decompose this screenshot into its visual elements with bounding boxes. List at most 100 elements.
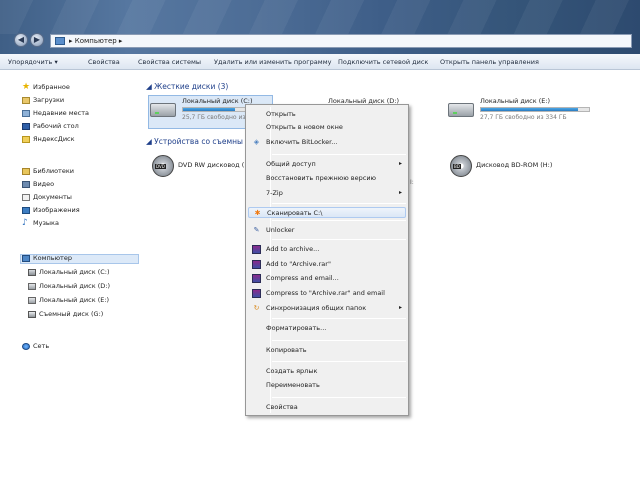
menu-separator	[272, 154, 406, 155]
removable-devices-header[interactable]: ◢ Устройства со съемны	[146, 137, 243, 146]
uninstall-program-button[interactable]: Удалить или изменить программу	[214, 58, 331, 66]
nav-label: Локальный диск (E:)	[39, 296, 110, 304]
nav-label: Съемный диск (G:)	[39, 310, 104, 318]
drive-free-space: 25,7 ГБ свободно из	[182, 114, 246, 121]
menu-separator	[272, 239, 406, 240]
dvd-drive[interactable]: DVD DVD RW дисковод (	[146, 153, 246, 183]
context-menu-item-label: Сканировать C:\	[267, 209, 323, 217]
context-menu-item-label: Compress to "Archive.rar" and email	[266, 289, 385, 297]
drive-usage-bar	[480, 107, 590, 112]
submenu-arrow-icon: ▸	[398, 304, 402, 311]
context-menu-item-label: Add to "Archive.rar"	[266, 260, 331, 268]
dvd-drive-icon: DVD	[152, 155, 174, 177]
context-menu-item-label: Создать ярлык	[266, 367, 318, 375]
avast-icon: ✱	[254, 209, 261, 217]
star-icon: ★	[22, 82, 31, 92]
context-menu-item[interactable]: Форматировать...	[248, 323, 406, 334]
unlocker-icon: ✎	[253, 226, 260, 234]
forward-arrow-icon: ▶	[33, 35, 41, 44]
context-menu-item-label: Копировать	[266, 346, 307, 354]
back-button[interactable]: ◀	[14, 33, 28, 47]
context-menu-item-label: Открыть в новом окне	[266, 123, 343, 131]
video-icon	[22, 181, 30, 188]
address-bar[interactable]: ▸ Компьютер ▸	[50, 34, 632, 48]
context-menu-item[interactable]: Создать ярлык	[248, 366, 406, 377]
context-menu-item[interactable]: Переименовать	[248, 380, 406, 391]
context-menu-item-label: Переименовать	[266, 381, 320, 389]
bd-rom-drive-icon: BD	[450, 155, 472, 177]
libraries-icon	[22, 168, 30, 175]
nav-label: ЯндексДиск	[33, 135, 75, 143]
drive-name: DVD RW дисковод (	[178, 161, 245, 169]
title-bar-background	[0, 0, 640, 34]
context-menu-item-label: Свойства	[266, 403, 298, 411]
nav-label: Загрузки	[33, 96, 65, 104]
context-menu-item-label: Синхронизация общих папок	[266, 304, 367, 312]
context-menu-item-label: 7-Zip	[266, 189, 283, 197]
desktop-icon	[22, 123, 30, 130]
context-menu-item-label: Unlocker	[266, 226, 295, 234]
folder-icon	[22, 136, 30, 143]
context-menu-item[interactable]: Свойства	[248, 402, 406, 413]
bd-badge: BD	[453, 164, 461, 169]
map-network-drive-button[interactable]: Подключить сетевой диск	[338, 58, 428, 66]
context-menu-item[interactable]: ↻ Синхронизация общих папок ▸	[248, 303, 406, 314]
shield-icon: ◈	[253, 138, 260, 146]
nav-label: Компьютер	[33, 254, 72, 262]
hard-drive-icon	[28, 297, 36, 304]
hard-drives-header[interactable]: ◢ Жесткие диски (3)	[146, 82, 228, 91]
drive-usage-fill	[481, 108, 579, 111]
winrar-icon	[252, 289, 261, 298]
nav-label: Локальный диск (C:)	[39, 268, 110, 276]
sync-icon: ↻	[253, 304, 260, 312]
context-menu-item-label: Общий доступ	[266, 160, 316, 168]
back-arrow-icon: ◀	[17, 35, 25, 44]
context-menu-item[interactable]: Compress and email...	[248, 273, 406, 284]
forward-button[interactable]: ▶	[30, 33, 44, 47]
submenu-arrow-icon: ▸	[398, 160, 402, 167]
context-menu-item[interactable]: Копировать	[248, 345, 406, 356]
windows-drive-icon	[150, 103, 176, 117]
menu-separator	[272, 397, 406, 398]
nav-label: Недавние места	[33, 109, 89, 117]
open-control-panel-button[interactable]: Открыть панель управления	[440, 58, 539, 66]
context-menu-item[interactable]: Открыть в новом окне	[248, 122, 406, 133]
menu-separator	[272, 361, 406, 362]
context-menu-item-label: Add to archive...	[266, 245, 320, 253]
drive-free-space: 27,7 ГБ свободно из 334 ГБ	[480, 114, 567, 121]
breadcrumb[interactable]: ▸ Компьютер ▸	[69, 37, 122, 45]
drive-name: Локальный диск (C:)	[182, 97, 253, 105]
drive-name: Локальный диск (E:)	[480, 97, 551, 105]
nav-label: Сеть	[33, 342, 50, 350]
context-menu-item[interactable]: Общий доступ ▸	[248, 159, 406, 170]
context-menu-item-label: Форматировать...	[266, 324, 327, 332]
context-menu-item[interactable]: ✎ Unlocker	[248, 225, 406, 236]
nav-label: Документы	[33, 193, 72, 201]
context-menu-item[interactable]: Compress to "Archive.rar" and email	[248, 288, 406, 299]
bd-rom-drive[interactable]: BD Дисковод BD-ROM (H:)	[444, 153, 564, 183]
navigation-pane: ★ Избранное Загрузки Недавние места Рабо…	[0, 71, 142, 480]
computer-icon	[22, 255, 30, 262]
context-menu: Открыть Открыть в новом окне ◈ Включить Bit…	[245, 104, 409, 416]
command-bar: Упорядочить ▾ Свойства Свойства системы …	[0, 54, 640, 70]
context-menu-item[interactable]: ◈ Включить BitLocker...	[248, 137, 406, 148]
context-menu-item[interactable]: Add to archive...	[248, 244, 406, 255]
recent-places-icon	[22, 110, 30, 117]
partial-drive-text: I:	[410, 179, 414, 186]
context-menu-item[interactable]: Открыть	[248, 109, 406, 120]
context-menu-item[interactable]: 7-Zip ▸	[248, 188, 406, 199]
context-menu-item-label: Открыть	[266, 110, 296, 118]
drive-e[interactable]: Локальный диск (E:) 27,7 ГБ свободно из …	[448, 97, 598, 127]
menu-separator	[272, 203, 406, 204]
music-icon: ♪	[22, 218, 28, 228]
removable-drive-icon	[28, 311, 36, 318]
properties-button[interactable]: Свойства	[88, 58, 120, 66]
context-menu-item[interactable]: Add to "Archive.rar"	[248, 259, 406, 270]
documents-icon	[22, 194, 30, 201]
context-menu-item[interactable]: ✱ Сканировать C:\	[248, 207, 406, 218]
hard-drive-icon	[28, 283, 36, 290]
context-menu-item-label: Восстановить прежнюю версию	[266, 174, 377, 182]
context-menu-item[interactable]: Восстановить прежнюю версию	[248, 173, 406, 184]
system-properties-button[interactable]: Свойства системы	[138, 58, 201, 66]
organize-button[interactable]: Упорядочить ▾	[8, 58, 58, 66]
